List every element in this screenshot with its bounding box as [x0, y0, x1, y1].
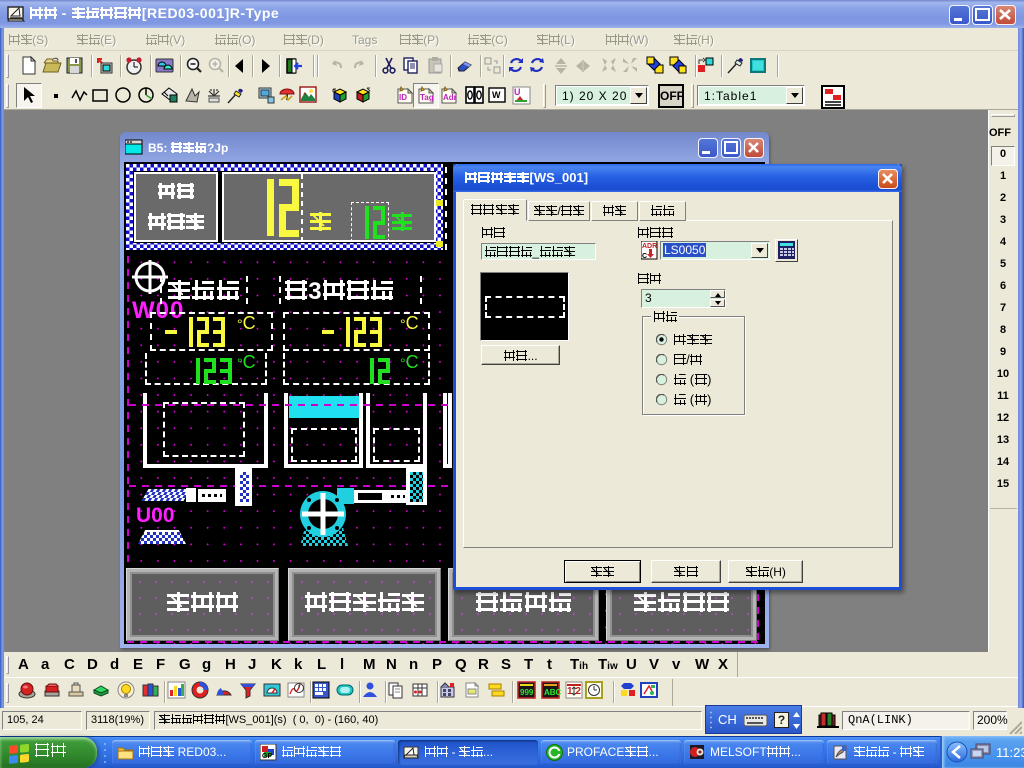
svg-text:W: W	[492, 90, 501, 100]
svg-text:999: 999	[520, 688, 534, 697]
svg-text:ID: ID	[399, 93, 407, 102]
svg-text:Adr: Adr	[443, 93, 457, 102]
svg-text:U: U	[514, 87, 521, 97]
svg-text:ABC: ABC	[544, 688, 561, 697]
svg-text:C: C	[642, 253, 647, 260]
svg-text:GP: GP	[262, 753, 272, 760]
svg-text:ADR: ADR	[642, 243, 657, 250]
svg-text:Tag: Tag	[420, 93, 434, 102]
